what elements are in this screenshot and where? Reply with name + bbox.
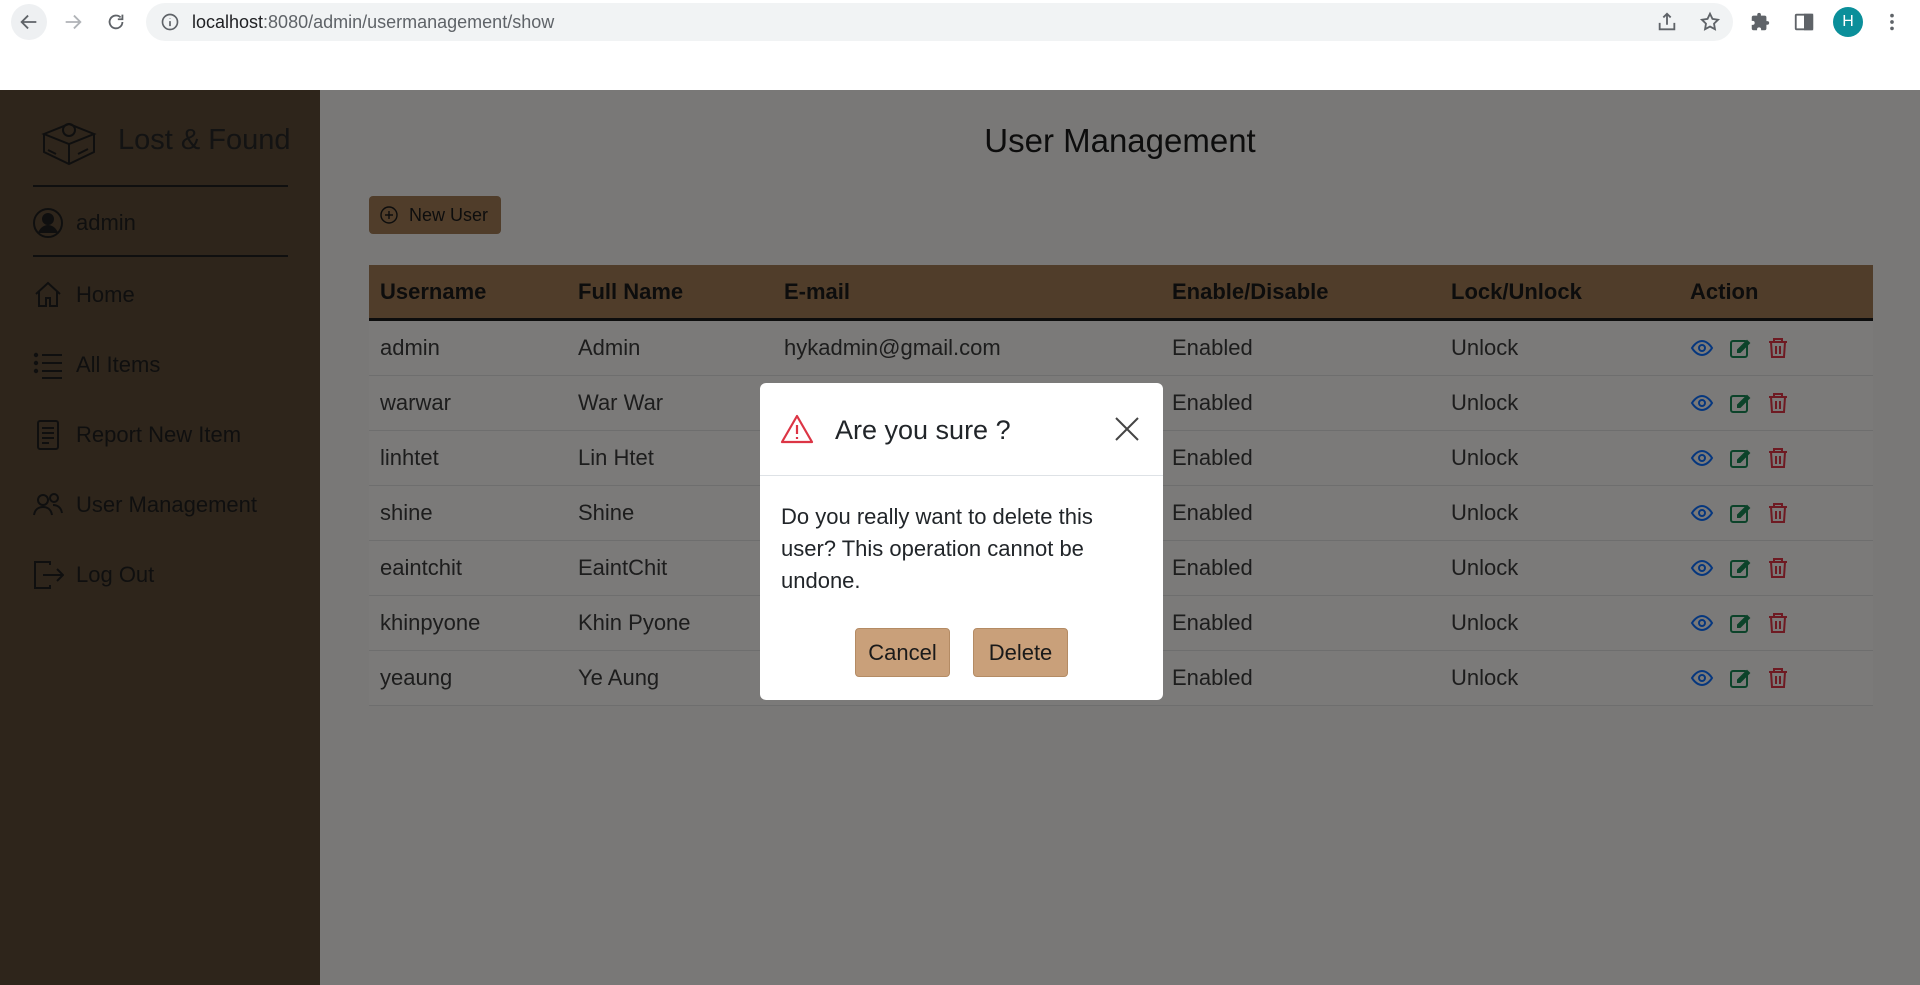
dialog-message: Do you really want to delete this user? … [781,504,1093,593]
arrow-left-icon [20,14,37,30]
close-icon[interactable] [1114,416,1140,442]
cancel-button[interactable]: Cancel [855,628,950,677]
profile-avatar[interactable]: H [1833,7,1863,37]
dialog-header: Are you sure ? [760,383,1163,476]
browser-toolbar: localhost:8080/admin/usermanagement/show… [0,0,1920,44]
delete-confirm-dialog: Are you sure ? Do you really want to del… [760,383,1163,700]
puzzle-icon[interactable] [1749,11,1771,33]
address-bar[interactable]: localhost:8080/admin/usermanagement/show [146,3,1733,41]
warning-triangle-icon [780,414,814,444]
delete-button[interactable]: Delete [973,628,1068,677]
reload-icon [108,14,124,30]
dialog-title: Are you sure ? [835,415,1011,445]
reload-button[interactable] [98,4,134,40]
star-icon[interactable] [1699,11,1721,33]
back-button[interactable] [11,4,47,40]
arrow-right-icon [65,14,82,30]
share-icon[interactable] [1656,11,1678,33]
kebab-menu-icon[interactable] [1881,10,1903,34]
url-text: localhost:8080/admin/usermanagement/show [192,12,555,32]
side-panel-icon[interactable] [1793,11,1815,33]
forward-button[interactable] [55,4,91,40]
info-icon[interactable] [160,12,180,32]
